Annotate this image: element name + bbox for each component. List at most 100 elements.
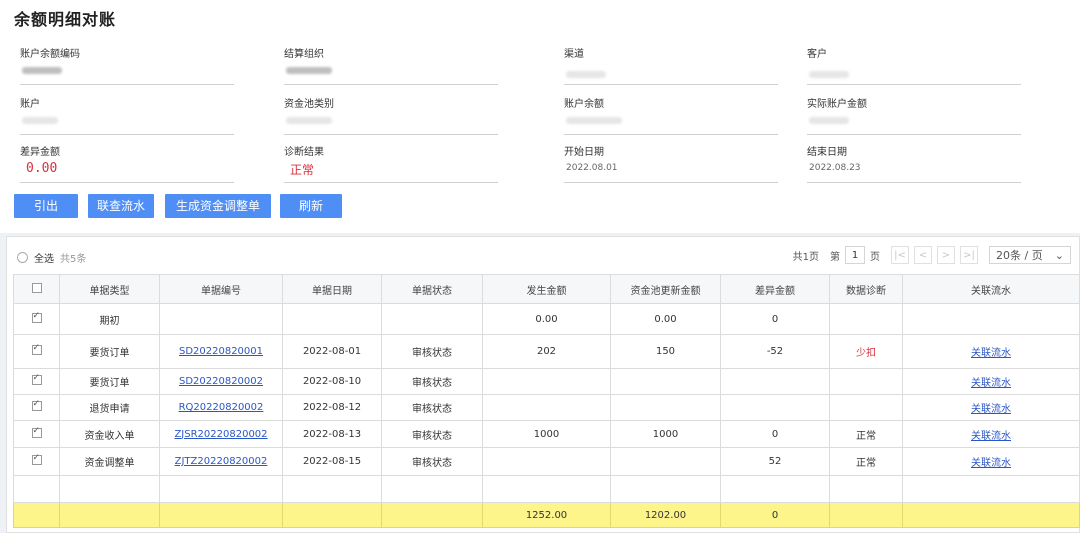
cell-flow [902,303,1080,335]
table-row[interactable]: 资金调整单 ZJTZ20220820002 2022-08-15 审核状态 52… [13,447,1080,476]
cell-status: 审核状态 [381,334,483,369]
related-flow-link[interactable]: 关联流水 [971,378,1011,389]
cell-type: 退货申请 [59,394,160,421]
page-size-select[interactable]: 20条 / 页 ⌄ [989,246,1071,264]
table-row[interactable]: 退货申请 RQ20220820002 2022-08-12 审核状态 关联流水 [13,394,1080,421]
column-header: 单据类型 [59,274,160,304]
cell-type: 资金调整单 [59,447,160,476]
related-flow-link[interactable]: 关联流水 [971,458,1011,469]
diff-amount-label: 差异金额 [20,147,60,158]
table-row[interactable]: 要货订单 SD20220820002 2022-08-10 审核状态 关联流水 [13,368,1080,395]
account-field[interactable]: 账户 [20,95,234,135]
row-checkbox[interactable] [31,453,42,465]
settlement-org-field[interactable]: 结算组织 [284,45,498,85]
account-label: 账户 [20,99,40,110]
start-date-value: 2022.08.01 [566,163,618,173]
total-count: 共5条 [60,254,87,265]
table-header-row: 单据类型 单据编号 单据日期 单据状态 发生金额 资金池更新金额 差异金额 数据… [13,274,1080,304]
settlement-org-label: 结算组织 [284,49,324,60]
cell-diagnosis: 正常 [829,447,903,476]
row-checkbox[interactable] [31,373,42,385]
cell-type: 资金收入单 [59,420,160,448]
page-suffix: 页 [870,251,880,263]
document-code-link[interactable]: SD20220820002 [179,376,263,387]
total-pages: 共1页 [792,251,819,263]
fund-pool-type-label: 资金池类别 [284,99,334,110]
redacted-value [286,117,332,124]
sum-amount: 1252.00 [482,502,611,528]
cell-status: 审核状态 [381,368,483,395]
channel-field[interactable]: 渠道 [564,45,778,85]
next-page-icon[interactable]: > [937,246,955,264]
cell-status: 审核状态 [381,447,483,476]
end-date-label: 结束日期 [807,147,847,158]
row-checkbox[interactable] [31,399,42,411]
header-checkbox-cell[interactable] [13,274,60,304]
row-checkbox[interactable] [31,343,42,355]
fund-pool-type-field[interactable]: 资金池类别 [284,95,498,135]
actual-account-amount-field[interactable]: 实际账户金额 [807,95,1021,135]
sum-diff: 0 [720,502,830,528]
diff-amount-field[interactable]: 差异金额 0.00 [20,143,234,183]
related-flow-link[interactable]: 关联流水 [971,431,1011,442]
row-checkbox[interactable] [31,311,42,323]
diagnosis-result-label: 诊断结果 [284,147,324,158]
header-checkbox[interactable] [31,282,42,293]
last-page-icon[interactable]: >| [960,246,978,264]
page-number-input[interactable]: 1 [845,246,865,264]
row-checkbox[interactable] [31,426,42,438]
cell-date: 2022-08-10 [282,368,382,395]
document-code-link[interactable]: RQ20220820002 [179,402,264,413]
column-header: 发生金额 [482,274,611,304]
diagnosis-result-value: 正常 [290,163,315,177]
cell-diagnosis [829,303,903,335]
customer-label: 客户 [807,49,827,60]
cell-type: 要货订单 [59,334,160,369]
cell-diff: 52 [720,447,830,476]
account-balance-code-field[interactable]: 账户余额编码 [20,45,234,85]
cell-date: 2022-08-01 [282,334,382,369]
sum-pool-amount: 1202.00 [610,502,721,528]
end-date-value: 2022.08.23 [809,163,861,173]
select-all-radio[interactable] [17,252,28,263]
summary-row: 1252.00 1202.00 0 [13,502,1080,528]
table-row[interactable]: 资金收入单 ZJSR20220820002 2022-08-13 审核状态 10… [13,420,1080,448]
prev-page-icon[interactable]: < [914,246,932,264]
redacted-value [22,117,58,124]
document-code-link[interactable]: SD20220820001 [179,346,263,357]
export-button[interactable]: 引出 [14,194,78,218]
cell-amount: 0.00 [482,303,611,335]
start-date-field[interactable]: 开始日期 2022.08.01 [564,143,778,183]
generate-adjustment-button[interactable]: 生成资金调整单 [165,194,271,218]
refresh-button[interactable]: 刷新 [280,194,342,218]
diagnosis-result-field[interactable]: 诊断结果 正常 [284,143,498,183]
customer-field[interactable]: 客户 [807,45,1021,85]
select-all-label[interactable]: 全选 [34,250,54,265]
table-toolbar: 全选 共5条 [17,250,86,265]
column-header: 单据状态 [381,274,483,304]
cell-amount [482,394,611,421]
cell-diagnosis: 正常 [829,420,903,448]
related-flow-link[interactable]: 关联流水 [971,348,1011,359]
cell-pool-amount: 1000 [610,420,721,448]
cell-status [381,303,483,335]
first-page-icon[interactable]: |< [891,246,909,264]
page-prefix: 第 [830,251,840,263]
cell-amount [482,447,611,476]
column-header: 关联流水 [902,274,1080,304]
redacted-value [809,71,849,78]
column-header: 数据诊断 [829,274,903,304]
cell-date: 2022-08-12 [282,394,382,421]
channel-label: 渠道 [564,49,584,60]
account-balance-field[interactable]: 账户余额 [564,95,778,135]
related-flow-link[interactable]: 关联流水 [971,404,1011,415]
cell-amount [482,368,611,395]
actual-account-amount-label: 实际账户金额 [807,99,867,110]
query-flow-button[interactable]: 联查流水 [88,194,154,218]
table-row[interactable]: 要货订单 SD20220820001 2022-08-01 审核状态 202 1… [13,334,1080,369]
table-row[interactable]: 期初 0.00 0.00 0 [13,303,1080,335]
cell-pool-amount [610,368,721,395]
document-code-link[interactable]: ZJTZ20220820002 [175,456,268,467]
document-code-link[interactable]: ZJSR20220820002 [174,429,267,440]
end-date-field[interactable]: 结束日期 2022.08.23 [807,143,1021,183]
